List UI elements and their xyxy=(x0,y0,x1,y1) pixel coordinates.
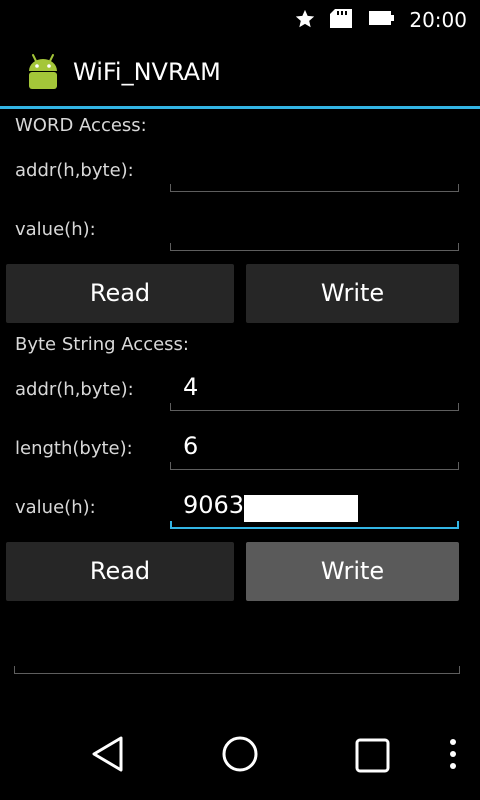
clock: 20:00 xyxy=(409,8,467,32)
byte-value-value: 9063 xyxy=(183,491,245,519)
word-addr-label: addr(h,byte): xyxy=(15,160,134,181)
byte-value-input[interactable]: 9063 xyxy=(170,485,459,529)
word-value-underline xyxy=(170,243,459,251)
byte-length-label: length(byte): xyxy=(15,438,133,459)
byte-read-button[interactable]: Read xyxy=(6,542,234,601)
byte-addr-value: 4 xyxy=(183,373,199,401)
word-write-button[interactable]: Write xyxy=(246,264,459,323)
navigation-bar xyxy=(0,710,480,800)
word-read-button[interactable]: Read xyxy=(6,264,234,323)
byte-length-value: 6 xyxy=(183,432,199,460)
recents-icon[interactable] xyxy=(353,736,393,776)
back-icon[interactable] xyxy=(88,734,128,774)
app-title: WiFi_NVRAM xyxy=(73,58,221,86)
byte-length-underline xyxy=(170,462,459,470)
word-addr-underline xyxy=(170,184,459,192)
byte-addr-underline xyxy=(170,403,459,411)
byte-string-access-heading: Byte String Access: xyxy=(15,334,189,355)
action-bar-divider xyxy=(0,106,480,109)
overflow-menu-icon[interactable] xyxy=(445,738,461,772)
word-access-heading: WORD Access: xyxy=(15,115,147,136)
byte-length-input[interactable]: 6 xyxy=(170,426,459,470)
home-icon[interactable] xyxy=(220,734,260,774)
byte-write-button[interactable]: Write xyxy=(246,542,459,601)
redacted-block xyxy=(244,495,358,522)
action-bar: WiFi_NVRAM xyxy=(0,38,480,106)
word-addr-input[interactable] xyxy=(170,148,459,192)
status-bar: 20:00 xyxy=(0,0,480,38)
word-value-input[interactable] xyxy=(170,207,459,251)
byte-value-underline xyxy=(170,521,459,529)
byte-addr-input[interactable]: 4 xyxy=(170,367,459,411)
sd-card-icon xyxy=(330,9,352,28)
battery-icon xyxy=(369,11,394,25)
byte-addr-label: addr(h,byte): xyxy=(15,379,134,400)
byte-value-label: value(h): xyxy=(15,497,96,518)
output-field[interactable] xyxy=(14,666,460,674)
android-icon xyxy=(29,54,57,89)
word-value-label: value(h): xyxy=(15,219,96,240)
star-icon xyxy=(295,9,315,28)
